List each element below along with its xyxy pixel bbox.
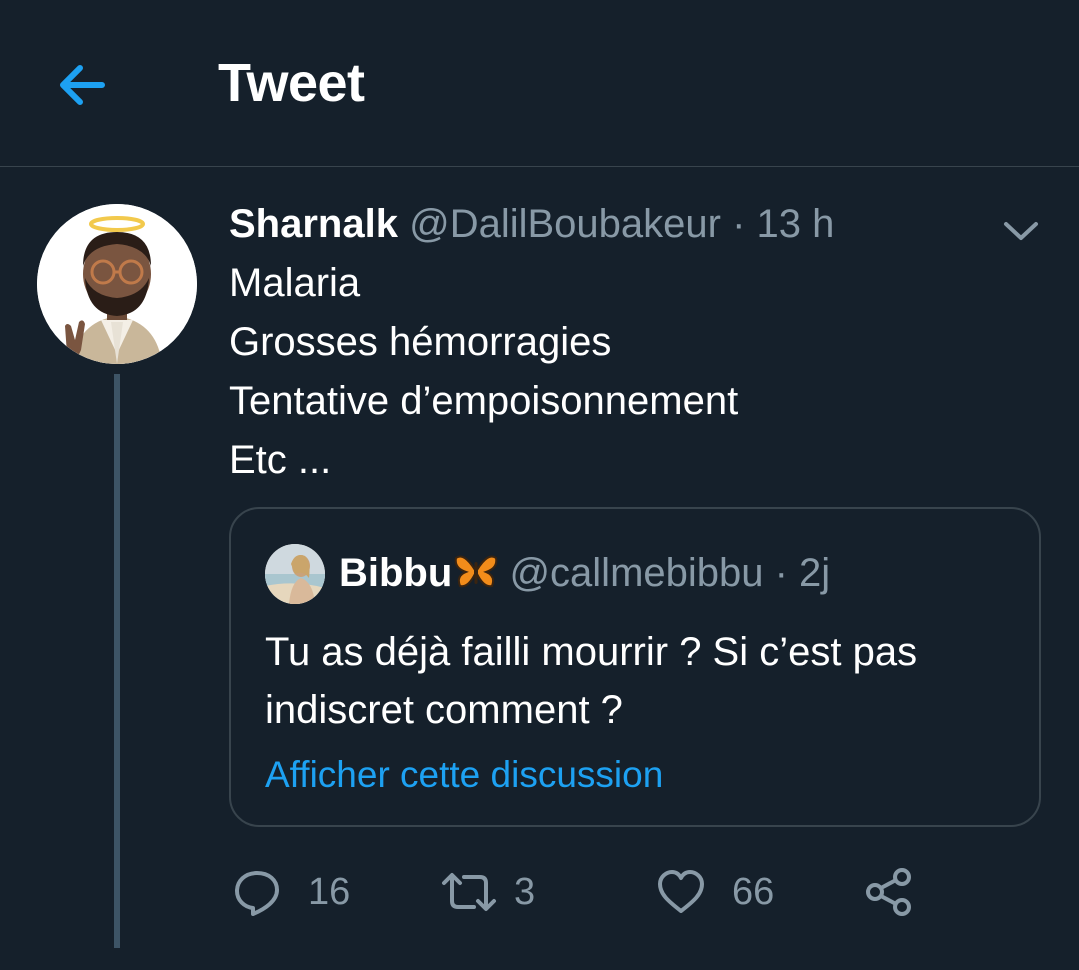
- top-bar: Tweet: [0, 0, 1079, 167]
- tweet-timestamp[interactable]: · 13 h: [732, 202, 834, 246]
- tweet-line: Etc ...: [229, 438, 332, 482]
- tweet-author-line: Sharnalk @DalilBoubakeur · 13 h: [229, 196, 834, 252]
- author-avatar[interactable]: [37, 204, 197, 364]
- tweet-text: Malaria Grosses hémorragies Tentative d’…: [229, 254, 738, 490]
- quoted-timestamp: · 2j: [774, 551, 831, 595]
- retweet-button[interactable]: 3: [440, 860, 535, 924]
- author-handle[interactable]: @DalilBoubakeur: [409, 202, 721, 246]
- retweet-icon: [442, 873, 496, 911]
- share-button[interactable]: [862, 860, 916, 924]
- quoted-author-line: Bibbu @callmebibbu · 2j: [339, 545, 830, 605]
- quoted-display-name: Bibbu: [339, 551, 453, 595]
- tweet-menu-button[interactable]: [998, 210, 1044, 250]
- like-count: 66: [732, 870, 775, 913]
- reply-count: 16: [308, 870, 351, 913]
- tweet-line: Grosses hémorragies: [229, 320, 612, 364]
- like-button[interactable]: 66: [656, 860, 774, 924]
- share-icon: [866, 868, 911, 916]
- tweet-line: Malaria: [229, 261, 361, 305]
- quoted-tweet-text: Tu as déjà failli mourrir ? Si c’est pas…: [265, 630, 918, 732]
- reply-button[interactable]: 16: [232, 860, 350, 924]
- bitmoji-avatar-image: [37, 204, 197, 364]
- chevron-down-icon: [1004, 222, 1038, 240]
- butterfly-emoji-icon: [454, 549, 498, 605]
- quoted-handle: @callmebibbu: [509, 551, 764, 595]
- quoted-tweet-card[interactable]: Bibbu @callmebibbu · 2j Tu as déjà faill…: [229, 507, 1041, 827]
- back-button[interactable]: [50, 55, 114, 115]
- arrow-left-icon: [60, 65, 105, 105]
- show-thread-link[interactable]: Afficher cette discussion: [265, 751, 663, 799]
- author-display-name[interactable]: Sharnalk: [229, 202, 398, 246]
- heart-icon: [658, 870, 704, 913]
- tweet-line: Tentative d’empoisonnement: [229, 379, 739, 423]
- tweet-action-bar: 16 3 66: [0, 860, 1079, 924]
- reply-icon: [235, 871, 279, 916]
- quoted-author-avatar: [265, 544, 325, 604]
- page-title: Tweet: [218, 53, 365, 113]
- retweet-count: 3: [514, 870, 536, 913]
- beach-photo-avatar-image: [265, 544, 325, 604]
